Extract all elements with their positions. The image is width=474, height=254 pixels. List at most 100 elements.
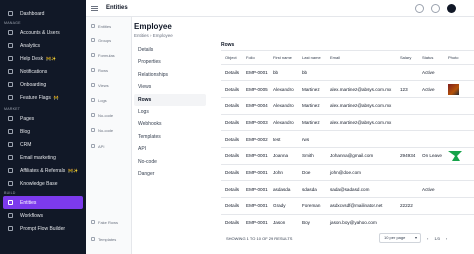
sidebar-item-label: Entities [20, 199, 37, 206]
sidebar-item-label: Analytics [20, 42, 41, 49]
table-cell: Martinez [298, 80, 326, 98]
settings-nav-item-views[interactable]: Views [134, 81, 206, 93]
mini-nav-label: Fake Rows [98, 219, 119, 225]
mini-nav-item[interactable]: Templates [86, 234, 132, 244]
settings-nav-item-properties[interactable]: Properties [134, 56, 206, 68]
sidebar-item-entities[interactable]: Entities [3, 196, 83, 209]
sidebar-item-dashboard[interactable]: Dashboard [0, 7, 86, 20]
mini-nav-item[interactable]: Views [86, 80, 132, 90]
table-cell: EMP-0003 [242, 114, 269, 132]
home-icon [8, 11, 13, 16]
settings-nav-item-webhooks[interactable]: Webhooks [134, 118, 206, 130]
details-link[interactable]: Details [221, 97, 242, 115]
settings-nav-item-templates[interactable]: Templates [134, 131, 206, 143]
table-row: Details EMP-0005 Alexandro Martinez alex.mar… [221, 80, 474, 98]
sidebar-item-prompt-flow-builder[interactable]: Prompt Flow Builder [0, 222, 86, 235]
mini-nav-item[interactable]: Formulas [86, 50, 132, 60]
column-header: First name [269, 51, 298, 65]
table-cell: Martinez [298, 97, 326, 115]
mini-nav-item[interactable]: API [86, 141, 132, 151]
chart-icon [8, 43, 13, 48]
entity-icon [91, 38, 95, 42]
table-cell [396, 180, 418, 198]
sidebar-item-label: Knowledge Base [20, 180, 58, 187]
sidebar-item-pages[interactable]: Pages [0, 112, 86, 125]
sidebar-item-notifications[interactable]: Notifications [0, 65, 86, 78]
per-page-value: 10 per page [384, 235, 406, 240]
sidebar-item-workflows[interactable]: Workflows [0, 209, 86, 222]
table-cell: Joanna [269, 147, 298, 165]
details-link[interactable]: Details [221, 114, 242, 132]
table-row: Details EMP-0001 Joanna Smith Johanna@gmail.… [221, 147, 474, 165]
mini-nav-item[interactable]: No-code [86, 110, 132, 120]
sidebar-item-label: Prompt Flow Builder [20, 225, 66, 232]
breadcrumb[interactable]: Entities › Employee [134, 33, 173, 38]
user-avatar[interactable] [447, 4, 456, 13]
details-link[interactable]: Details [221, 147, 242, 165]
settings-nav-item-danger[interactable]: Danger [134, 168, 206, 180]
table-row: Details EMP-0001 bb bb Active [221, 64, 474, 82]
sidebar-item-feature-flags[interactable]: Feature Flags 🚧 [0, 91, 86, 104]
sidebar-item-onboarding[interactable]: Onboarding [0, 78, 86, 91]
sidebar-item-blog[interactable]: Blog [0, 125, 86, 138]
table-cell: EMP-0001 [242, 164, 269, 182]
settings-nav-item-logs[interactable]: Logs [134, 106, 206, 118]
mini-nav-item[interactable]: No-code [86, 125, 132, 135]
table-row: Details EMP-0001 John Doe john@doe.com [221, 164, 474, 182]
mini-nav-item[interactable]: Fake Rows [86, 217, 132, 227]
entity-icon [91, 98, 95, 102]
column-header: Salary [396, 51, 418, 65]
sidebar-item-label: Feature Flags [20, 94, 51, 101]
sidebar-item-analytics[interactable]: Analytics [0, 39, 86, 52]
table-cell: 22222 [396, 197, 418, 215]
settings-nav-item-rows[interactable]: Rows [134, 93, 206, 106]
settings-nav-item-no-code[interactable]: No-code [134, 156, 206, 168]
mini-nav-label: Groups [98, 37, 112, 43]
mini-nav-label: Formulas [98, 52, 115, 58]
mini-nav-item[interactable]: Logs [86, 95, 132, 105]
entity-icon [91, 144, 95, 148]
mini-nav-item[interactable]: Rows [86, 65, 132, 75]
settings-nav-item-details[interactable]: Details [134, 44, 206, 56]
details-link[interactable]: Details [221, 214, 242, 230]
details-link[interactable]: Details [221, 64, 242, 82]
next-page-button[interactable]: › [446, 236, 447, 241]
mini-nav-item[interactable]: Entities [86, 21, 132, 31]
mail-icon [8, 155, 13, 160]
table-cell [444, 180, 474, 198]
entity-icon [91, 53, 95, 57]
table-cell: EMP-0005 [242, 80, 269, 98]
details-link[interactable]: Details [221, 164, 242, 182]
sidebar-item-knowledge-base[interactable]: Knowledge Base [0, 177, 86, 190]
sidebar-item-crm[interactable]: CRM [0, 138, 86, 151]
per-page-select[interactable]: 10 per page ▾ [379, 233, 421, 243]
sidebar-item-affiliates-referrals[interactable]: Affiliates & Referrals 🚧✨ [0, 164, 86, 177]
table-row: Details EMP-0004 Alexandro Martinez alex.mar… [221, 97, 474, 115]
search-icon[interactable] [431, 4, 440, 13]
settings-nav-item-relationships[interactable]: Relationships [134, 69, 206, 81]
table-cell: John [269, 164, 298, 182]
flag-icon [8, 95, 13, 100]
table-cell: Doe [298, 164, 326, 182]
details-link[interactable]: Details [221, 197, 242, 215]
sidebar-item-email-marketing[interactable]: Email marketing [0, 151, 86, 164]
table-cell [444, 197, 474, 215]
table-cell: Smith [298, 147, 326, 165]
prev-page-button[interactable]: ‹ [427, 236, 428, 241]
sidebar-item-label: Workflows [20, 212, 43, 219]
pages-icon [8, 116, 13, 121]
menu-icon[interactable] [91, 5, 98, 11]
table-cell: rws [298, 130, 326, 148]
details-link[interactable]: Details [221, 180, 242, 198]
sidebar-item-label: Accounts & Users [20, 29, 60, 36]
sidebar-item-help-desk[interactable]: Help Desk 🚧✨ [0, 52, 86, 65]
book-icon [8, 181, 13, 186]
sidebar-item-accounts-users[interactable]: Accounts & Users [0, 26, 86, 39]
table-cell: Boy [298, 214, 326, 230]
mini-nav-item[interactable]: Groups [86, 35, 132, 45]
bell-icon[interactable] [415, 4, 424, 13]
settings-nav-item-api[interactable]: API [134, 143, 206, 155]
details-link[interactable]: Details [221, 80, 242, 98]
details-link[interactable]: Details [221, 130, 242, 148]
entity-icon [91, 113, 95, 117]
